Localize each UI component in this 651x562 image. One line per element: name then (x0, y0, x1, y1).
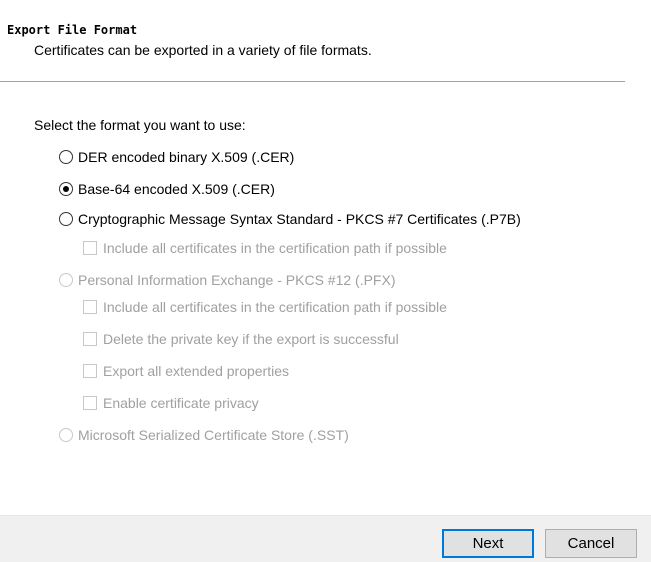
checkbox-label: Delete the private key if the export is … (103, 331, 399, 347)
radio-label: Personal Information Exchange - PKCS #12… (78, 272, 396, 288)
radio-circle-icon (59, 428, 73, 442)
radio-label: Base-64 encoded X.509 (.CER) (78, 181, 275, 197)
checkbox-icon (83, 332, 97, 346)
radio-base64[interactable]: Base-64 encoded X.509 (.CER) (59, 181, 275, 197)
checkbox-pfx-include-path[interactable]: Include all certificates in the certific… (83, 299, 447, 315)
radio-circle-icon (59, 212, 73, 226)
checkbox-export-extended[interactable]: Export all extended properties (83, 363, 289, 379)
checkbox-icon (83, 300, 97, 314)
checkbox-delete-private-key[interactable]: Delete the private key if the export is … (83, 331, 399, 347)
checkbox-label: Enable certificate privacy (103, 395, 259, 411)
checkbox-icon (83, 364, 97, 378)
radio-circle-icon (59, 273, 73, 287)
checkbox-p7b-include-path[interactable]: Include all certificates in the certific… (83, 240, 447, 256)
radio-label: Cryptographic Message Syntax Standard - … (78, 211, 521, 227)
format-prompt: Select the format you want to use: (34, 117, 246, 133)
radio-circle-icon (59, 150, 73, 164)
radio-der[interactable]: DER encoded binary X.509 (.CER) (59, 149, 294, 165)
checkbox-icon (83, 241, 97, 255)
page-title: Export File Format (7, 23, 138, 37)
radio-p7b[interactable]: Cryptographic Message Syntax Standard - … (59, 211, 521, 227)
next-button[interactable]: Next (442, 529, 534, 558)
checkbox-certificate-privacy[interactable]: Enable certificate privacy (83, 395, 259, 411)
radio-circle-icon (59, 182, 73, 196)
checkbox-label: Include all certificates in the certific… (103, 299, 447, 315)
checkbox-icon (83, 396, 97, 410)
checkbox-label: Include all certificates in the certific… (103, 240, 447, 256)
radio-label: DER encoded binary X.509 (.CER) (78, 149, 295, 165)
radio-pfx[interactable]: Personal Information Exchange - PKCS #12… (59, 272, 395, 288)
cancel-button[interactable]: Cancel (545, 529, 637, 558)
checkbox-label: Export all extended properties (103, 363, 289, 379)
radio-sst[interactable]: Microsoft Serialized Certificate Store (… (59, 427, 349, 443)
page-subtitle: Certificates can be exported in a variet… (34, 42, 372, 58)
divider (0, 81, 625, 82)
radio-label: Microsoft Serialized Certificate Store (… (78, 427, 349, 443)
